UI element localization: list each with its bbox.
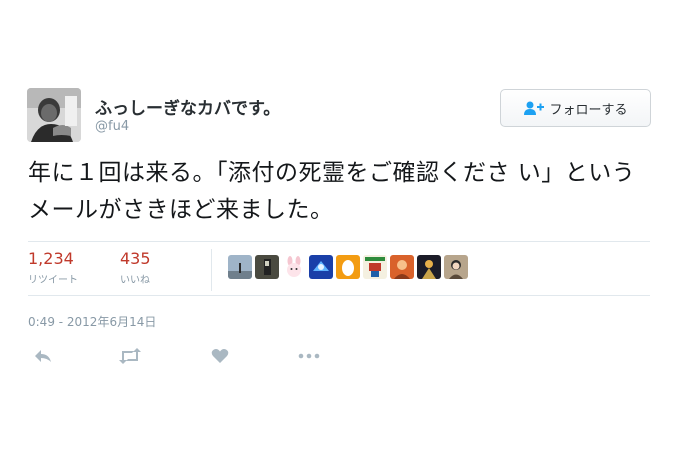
avatar-night-figure[interactable] [417,255,441,279]
avatar-illustration[interactable] [444,255,468,279]
liker-avatars [228,255,468,279]
like-button[interactable] [207,346,233,366]
reply-icon [35,350,51,362]
display-name[interactable]: ふっしーぎなカバです。 [95,94,280,119]
tweet-card: ふっしーぎなカバです。 @fu4 フォローする 年に１回は来る。「添付の死霊をご… [0,0,678,452]
retweet-button[interactable] [117,346,143,366]
like-heart-icon [211,349,229,363]
like-label: いいね [120,275,150,286]
avatar-egg-orange[interactable] [336,255,360,279]
like-stat[interactable]: 435 いいね [120,249,151,286]
follow-button-label: フォローする [549,102,628,118]
stats-divider-top [28,241,650,242]
follow-button[interactable]: フォローする [500,89,651,127]
stats-divider-bottom [28,295,650,296]
user-avatar[interactable] [27,88,81,142]
retweet-stat[interactable]: 1,234 リツイート [28,249,78,286]
avatar-photo [27,88,81,142]
avatar-dark-portrait[interactable] [255,255,279,279]
stats-vertical-divider [211,249,212,291]
avatar-figure-sky[interactable] [228,255,252,279]
more-button[interactable] [296,346,322,366]
reply-button[interactable] [30,346,56,366]
screen-name[interactable]: @fu4 [95,119,129,134]
avatar-game-sprite[interactable] [363,255,387,279]
avatar-blue-bird[interactable] [309,255,333,279]
follow-user-icon [523,100,545,116]
more-dots-icon [298,353,320,359]
retweet-count: 1,234 [28,249,74,268]
tweet-timestamp[interactable]: 0:49 - 2012年6月14日 [28,313,156,330]
retweet-label: リツイート [28,275,78,286]
retweet-icon [119,348,141,364]
avatar-orange-character[interactable] [390,255,414,279]
like-count: 435 [120,249,151,268]
avatar-rabbit-pink[interactable] [282,255,306,279]
tweet-text: 年に１回は来る。「添付の死霊をご確認くださ い」というメールがさきほど来ました。 [28,160,636,223]
